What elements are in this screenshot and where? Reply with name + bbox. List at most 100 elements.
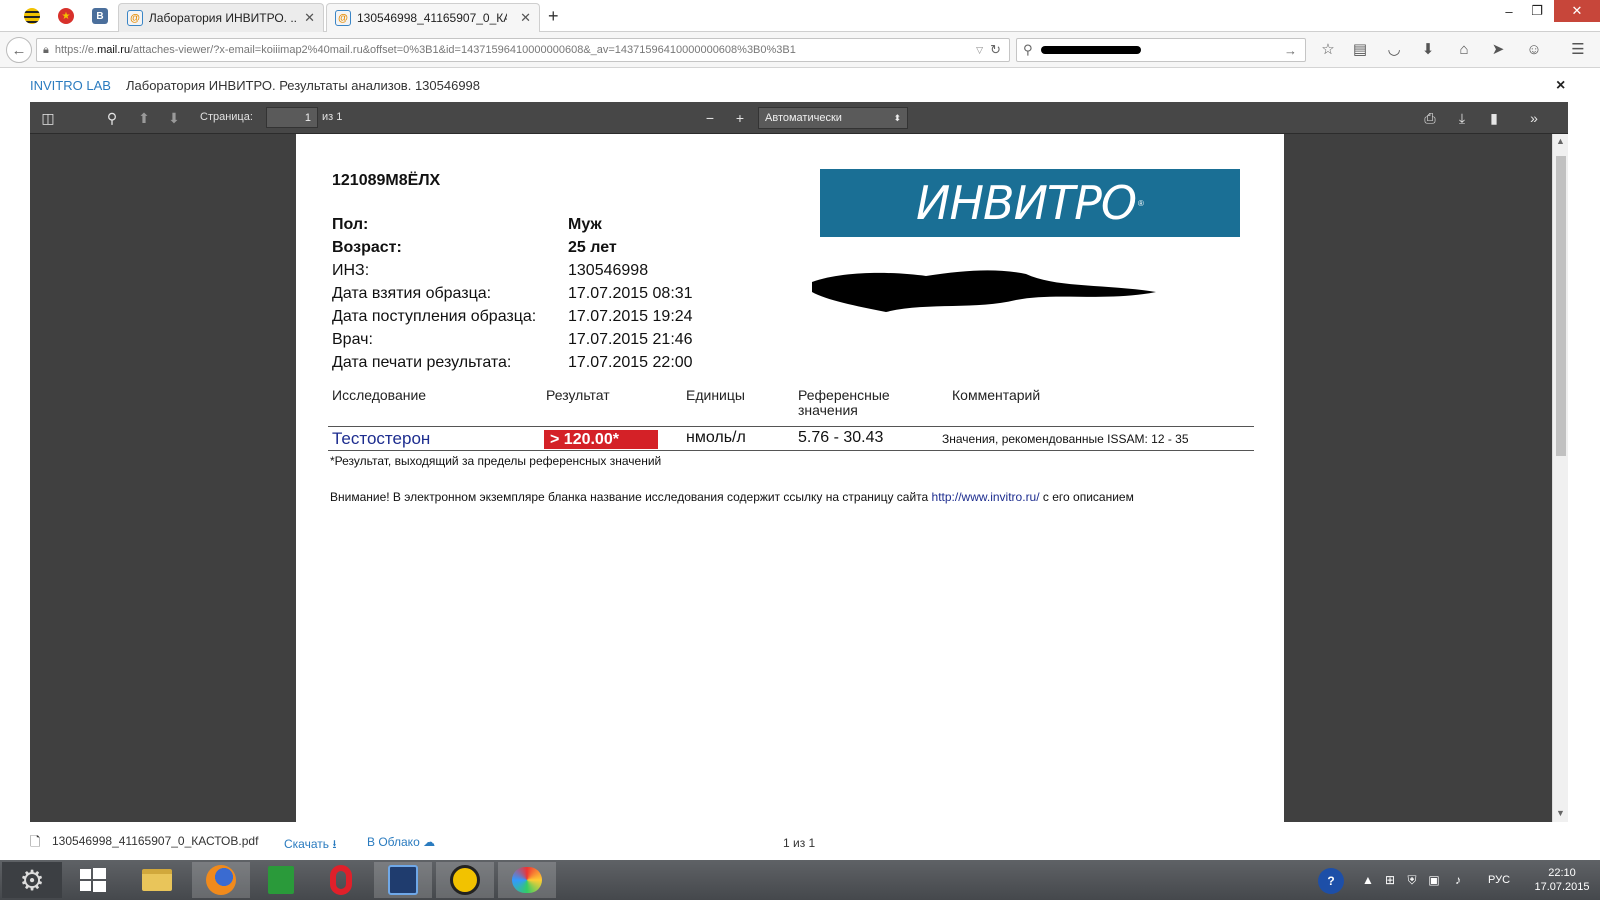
pdf-toolbar: ◫ ⚲ ⬆ ⬇ Страница: из 1 − + Автоматически… <box>30 102 1568 134</box>
address-bar[interactable]: 🔒︎ https://e.mail.ru/attaches-viewer/?x-… <box>36 38 1010 62</box>
beeline-icon <box>24 8 40 24</box>
invitro-site-link[interactable]: http://www.invitro.ru/ <box>932 490 1040 504</box>
home-icon[interactable]: ⌂ <box>1454 39 1474 59</box>
test-result-flagged: > 120.00* <box>544 430 658 449</box>
tab-close-icon[interactable]: ✕ <box>520 10 531 26</box>
clock-date: 17.07.2015 <box>1534 881 1590 893</box>
restore-button[interactable]: ❐ <box>1520 0 1554 22</box>
tab-invitro-lab[interactable]: @ Лаборатория ИНВИТРО. ... ✕ <box>118 3 324 32</box>
column-header-units: Единицы <box>686 387 745 403</box>
tray-clock[interactable]: 22:10 17.07.2015 <box>1532 866 1592 894</box>
help-alert-icon[interactable]: ? <box>1318 868 1344 894</box>
test-reference: 5.76 - 30.43 <box>798 429 884 446</box>
zoom-out-icon[interactable]: − <box>700 108 720 128</box>
pdf-viewer-canvas[interactable]: 121089М8ЁЛХ ИНВИТРО ® Пол: Муж Возраст: 2… <box>30 134 1568 822</box>
taskbar-app-blue[interactable] <box>374 862 432 898</box>
pinned-tab-emblem[interactable]: ★ <box>52 4 80 28</box>
tray-network-icon[interactable]: ▣ <box>1426 872 1442 888</box>
store-icon <box>268 866 294 894</box>
more-tools-icon[interactable]: » <box>1524 108 1544 128</box>
bookmark-icon[interactable]: ▮ <box>1484 108 1504 128</box>
tray-windows-icon[interactable]: ⊞ <box>1382 872 1398 888</box>
settings-gear-icon[interactable]: ⚙ <box>2 862 62 898</box>
attachment-title: Лаборатория ИНВИТРО. Результаты анализов… <box>126 78 481 93</box>
zoom-select[interactable]: Автоматически ⬍ <box>758 107 908 129</box>
tray-language[interactable]: РУС <box>1488 874 1510 886</box>
tray-volume-icon[interactable]: ♪ <box>1450 872 1466 888</box>
chat-icon[interactable]: ☺ <box>1524 39 1544 59</box>
tab-attachment-pdf[interactable]: @ 130546998_41165907_0_КА... ✕ <box>326 3 540 32</box>
next-page-icon[interactable]: ⬇ <box>164 108 184 128</box>
new-tab-button[interactable]: + <box>548 6 559 27</box>
download-link[interactable]: Скачать ⭳ <box>284 835 337 856</box>
reading-list-icon[interactable]: ▤ <box>1350 39 1370 59</box>
reload-icon[interactable]: ↻ <box>990 42 1001 58</box>
search-icon: ⚲ <box>1023 42 1033 57</box>
save-to-cloud-link[interactable]: В Облако ☁ <box>367 835 435 849</box>
menu-icon[interactable]: ☰ <box>1568 39 1588 59</box>
search-bar[interactable]: ⚲ → <box>1016 38 1306 62</box>
mail-at-icon: @ <box>335 10 351 26</box>
url-dropdown-icon[interactable]: ▽ <box>976 45 983 56</box>
browser-tab-strip: ★ В @ Лаборатория ИНВИТРО. ... ✕ @ 13054… <box>0 0 1600 32</box>
invitro-logo: ИНВИТРО ® <box>820 169 1240 237</box>
test-name-link[interactable]: Тестостерон <box>332 429 430 449</box>
scrollbar-thumb[interactable] <box>1556 156 1566 456</box>
close-window-button[interactable]: ✕ <box>1554 0 1600 22</box>
footnote: *Результат, выходящий за пределы референ… <box>330 454 662 468</box>
logo-text: ИНВИТРО <box>916 176 1137 230</box>
tray-antivirus-icon[interactable]: ⛨ <box>1404 872 1420 888</box>
vk-icon: В <box>92 8 108 24</box>
test-units: нмоль/л <box>686 429 746 446</box>
pinned-tab-beeline[interactable] <box>18 4 46 28</box>
globe-icon <box>450 865 480 895</box>
taskbar-paint[interactable] <box>498 862 556 898</box>
back-button[interactable]: ← <box>6 37 32 63</box>
taskbar-explorer[interactable] <box>128 862 186 898</box>
logo-registered-mark: ® <box>1138 198 1144 208</box>
page-total: из 1 <box>322 111 343 123</box>
notice-text: Внимание! В электронном экземпляре бланк… <box>330 490 1134 504</box>
zoom-value: Автоматически <box>765 112 842 124</box>
find-icon[interactable]: ⚲ <box>102 108 122 128</box>
column-header-reference: Референсные значения <box>798 387 890 418</box>
pocket-icon[interactable]: ◡ <box>1384 39 1404 59</box>
taskbar-network-app[interactable] <box>436 862 494 898</box>
scroll-down-icon[interactable]: ▼ <box>1556 808 1565 818</box>
search-go-icon[interactable]: → <box>1284 43 1297 58</box>
sidebar-toggle-icon[interactable]: ◫ <box>38 108 58 128</box>
tab-close-icon[interactable]: ✕ <box>304 10 315 26</box>
taskbar-firefox[interactable] <box>192 862 250 898</box>
download-pdf-icon[interactable]: ⤓ <box>1452 108 1472 128</box>
tab-label: Лаборатория ИНВИТРО. ... <box>148 11 299 25</box>
page-count: 1 из 1 <box>783 836 816 850</box>
pinned-tab-vk[interactable]: В <box>86 4 114 28</box>
download-arrow-icon: ⭳ <box>332 837 337 851</box>
pdf-page: 121089М8ЁЛХ ИНВИТРО ® Пол: Муж Возраст: 2… <box>296 134 1284 822</box>
table-rule <box>328 426 1254 427</box>
tray-expand-icon[interactable]: ▲ <box>1360 872 1376 888</box>
previous-page-icon[interactable]: ⬆ <box>134 108 154 128</box>
start-button[interactable] <box>64 862 122 898</box>
close-viewer-button[interactable]: × <box>1556 77 1565 95</box>
print-icon[interactable]: ⎙ <box>1420 108 1440 128</box>
attachment-title-bar: INVITRO LAB Лаборатория ИНВИТРО. Результ… <box>0 69 1600 102</box>
bookmark-star-icon[interactable]: ☆ <box>1318 39 1338 59</box>
taskbar-store[interactable] <box>252 862 310 898</box>
taskbar-opera[interactable] <box>312 862 370 898</box>
app-icon <box>388 865 418 895</box>
vertical-scrollbar[interactable]: ▲ ▼ <box>1552 134 1568 822</box>
downloads-icon[interactable]: ⬇ <box>1418 39 1438 59</box>
scroll-up-icon[interactable]: ▲ <box>1556 136 1565 146</box>
column-header-comment: Комментарий <box>952 387 1041 403</box>
share-icon[interactable]: ➤ <box>1488 39 1508 59</box>
select-arrows-icon: ⬍ <box>893 112 901 123</box>
column-header-test: Исследование <box>332 387 427 403</box>
paint-palette-icon <box>512 867 542 893</box>
page-label: Страница: <box>200 111 253 123</box>
emblem-icon: ★ <box>58 8 74 24</box>
folder-icon <box>142 869 172 891</box>
mail-at-icon: @ <box>127 10 143 26</box>
zoom-in-icon[interactable]: + <box>730 108 750 128</box>
page-number-input[interactable] <box>266 107 318 128</box>
